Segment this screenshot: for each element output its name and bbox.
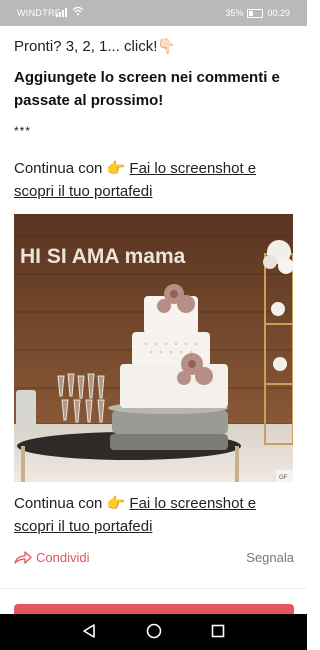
post-intro-line: Pronti? 3, 2, 1... click!👇🏻 [14,38,177,55]
report-button[interactable]: Segnala [246,550,294,565]
signal-icon [56,8,67,17]
wifi-icon [72,6,84,16]
recents-square-icon[interactable] [211,623,225,639]
battery-icon [247,8,264,18]
status-bar: WINDTRE 35% 00:29 [0,0,307,26]
share-label: Condividi [36,550,90,565]
post-separator: *** [14,124,32,138]
wall-sign: HI SI AMA mama [20,245,186,268]
navigation-bar [0,614,307,650]
post-instruction: Aggiungete lo screen nei commenti e pass… [14,69,280,109]
continue-text-top: Continua con 👉 Fai lo screenshot e scopr… [14,157,294,203]
battery-percent: 35% [225,8,244,18]
post-photo[interactable]: HI SI AMA mama GF [14,214,293,482]
continue-text-bottom: Continua con 👉 Fai lo screenshot e scopr… [14,492,294,538]
clock: 00:29 [267,8,290,18]
section-divider [0,588,307,589]
back-triangle-icon[interactable] [82,623,96,639]
carrier-name: WINDTRE [17,8,62,18]
cake-photo-illustration: HI SI AMA mama GF [14,214,293,482]
continue-prefix: Continua con 👉 [14,495,126,512]
photo-watermark: GF [279,475,288,481]
home-circle-icon[interactable] [146,623,162,639]
share-button[interactable]: Condividi [14,550,89,565]
continue-prefix: Continua con 👉 [14,160,126,177]
share-arrow-icon [14,551,32,564]
primary-action-button[interactable] [14,604,294,614]
